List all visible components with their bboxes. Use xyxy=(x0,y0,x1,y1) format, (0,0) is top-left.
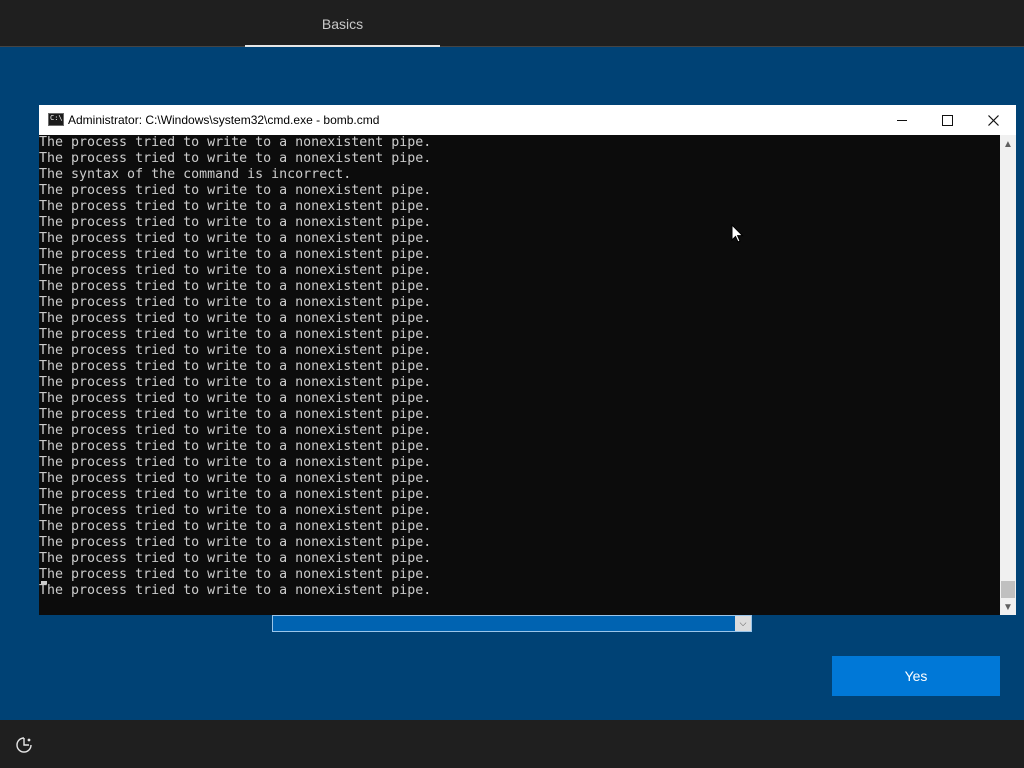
console-line: The process tried to write to a nonexist… xyxy=(39,295,432,310)
console-line: The process tried to write to a nonexist… xyxy=(39,263,432,278)
scroll-down-icon[interactable]: ▼ xyxy=(1000,599,1016,615)
console-line: The process tried to write to a nonexist… xyxy=(39,551,432,566)
console-line: The process tried to write to a nonexist… xyxy=(39,311,432,326)
cmd-icon-text: C:\ xyxy=(50,114,63,122)
scroll-thumb[interactable] xyxy=(1001,581,1015,598)
console-output[interactable]: The process tried to write to a nonexist… xyxy=(39,135,999,615)
console-line: The process tried to write to a nonexist… xyxy=(39,343,432,358)
mouse-pointer-icon xyxy=(731,224,744,243)
yes-button[interactable]: Yes xyxy=(832,656,1000,696)
console-line: The syntax of the command is incorrect. xyxy=(39,167,352,182)
cmd-window-title: Administrator: C:\Windows\system32\cmd.e… xyxy=(68,113,380,127)
chevron-down-icon[interactable]: ⌵ xyxy=(735,616,751,631)
tab-basics-underline xyxy=(245,45,440,47)
console-line: The process tried to write to a nonexist… xyxy=(39,535,432,550)
console-line: The process tried to write to a nonexist… xyxy=(39,359,432,374)
console-line: The process tried to write to a nonexist… xyxy=(39,519,432,534)
maximize-icon xyxy=(941,114,953,126)
maximize-button[interactable] xyxy=(924,105,970,135)
minimize-button[interactable] xyxy=(879,105,925,135)
console-scrollbar[interactable]: ▲ ▼ xyxy=(1000,135,1016,615)
console-line: The process tried to write to a nonexist… xyxy=(39,503,432,518)
console-line: The process tried to write to a nonexist… xyxy=(39,455,432,470)
top-bar-divider xyxy=(0,46,1024,47)
region-dropdown[interactable]: ⌵ xyxy=(272,615,752,632)
console-line: The process tried to write to a nonexist… xyxy=(39,327,432,342)
minimize-icon xyxy=(897,119,907,121)
console-line: The process tried to write to a nonexist… xyxy=(39,407,432,422)
ease-of-access-icon[interactable] xyxy=(14,735,34,755)
oobe-top-bar xyxy=(0,0,1024,46)
console-line: The process tried to write to a nonexist… xyxy=(39,151,432,166)
console-line: The process tried to write to a nonexist… xyxy=(39,391,432,406)
console-line: The process tried to write to a nonexist… xyxy=(39,439,432,454)
console-line: The process tried to write to a nonexist… xyxy=(39,375,432,390)
tab-basics[interactable]: Basics xyxy=(245,0,440,48)
cmd-icon: C:\ xyxy=(48,113,64,126)
console-line: The process tried to write to a nonexist… xyxy=(39,567,432,582)
cmd-title-bar[interactable]: C:\ Administrator: C:\Windows\system32\c… xyxy=(39,105,1016,135)
console-line: The process tried to write to a nonexist… xyxy=(39,471,432,486)
console-line: The process tried to write to a nonexist… xyxy=(39,183,432,198)
console-line: The process tried to write to a nonexist… xyxy=(39,487,432,502)
console-line: The process tried to write to a nonexist… xyxy=(39,247,432,262)
close-icon xyxy=(987,114,999,126)
console-cursor xyxy=(41,581,47,584)
cmd-window[interactable]: C:\ Administrator: C:\Windows\system32\c… xyxy=(39,105,1016,615)
close-button[interactable] xyxy=(970,105,1016,135)
oobe-bottom-bar xyxy=(0,720,1024,768)
console-line: The process tried to write to a nonexist… xyxy=(39,215,432,230)
console-line: The process tried to write to a nonexist… xyxy=(39,199,432,214)
console-line: The process tried to write to a nonexist… xyxy=(39,231,432,246)
console-line: The process tried to write to a nonexist… xyxy=(39,279,432,294)
console-line: The process tried to write to a nonexist… xyxy=(39,135,432,150)
console-line: The process tried to write to a nonexist… xyxy=(39,583,432,598)
scroll-up-icon[interactable]: ▲ xyxy=(1000,136,1016,152)
console-line: The process tried to write to a nonexist… xyxy=(39,423,432,438)
